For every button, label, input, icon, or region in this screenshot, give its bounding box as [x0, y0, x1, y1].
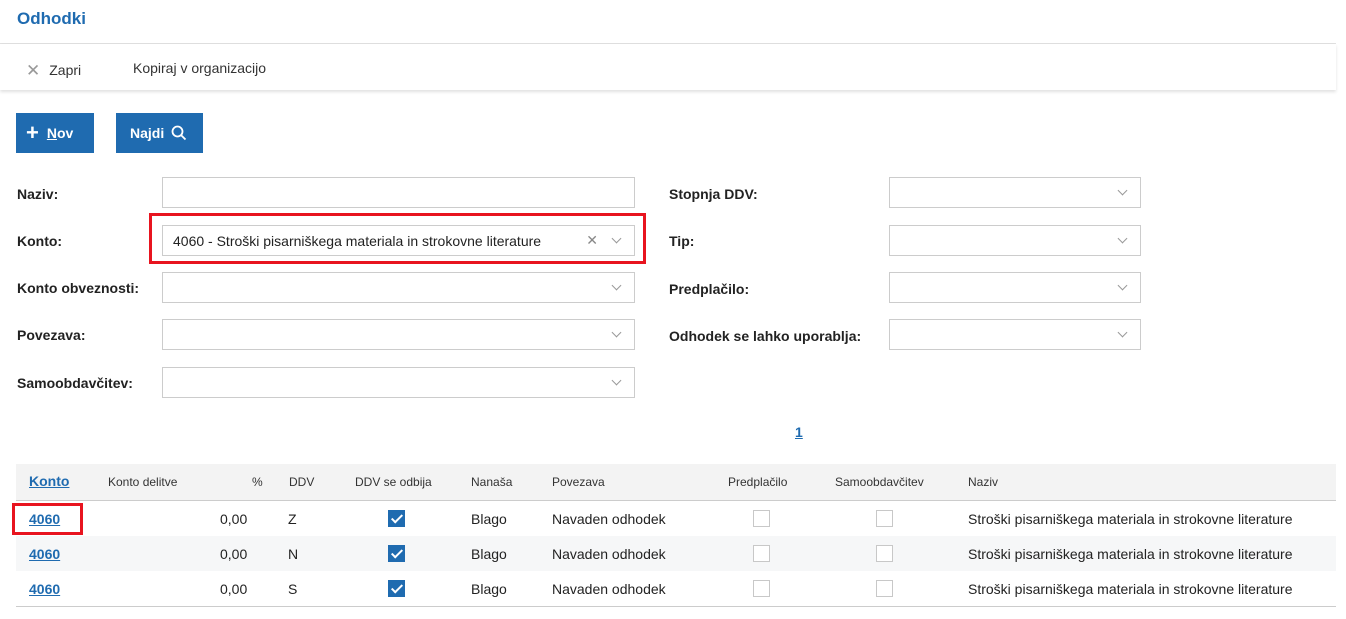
uporablja-select[interactable]: [889, 319, 1141, 350]
row-konto-link[interactable]: 4060: [29, 546, 60, 562]
table-row[interactable]: 4060 0,00 Z Blago Navaden odhodek Strošk…: [16, 501, 1336, 536]
clear-icon[interactable]: ✕: [586, 232, 598, 249]
chevron-down-icon: [1117, 233, 1128, 244]
row-povezava: Navaden odhodek: [552, 581, 666, 597]
column-header-naziv: Naziv: [968, 475, 999, 489]
row-povezava: Navaden odhodek: [552, 511, 666, 527]
row-samoobdavcitev-checkbox: [876, 545, 893, 562]
row-ddv-odbija-checkbox: [388, 580, 405, 597]
column-header-konto-delitve: Konto delitve: [108, 475, 178, 489]
povezava-select[interactable]: [162, 319, 635, 350]
konto-value: 4060 - Stroški pisarniškega materiala in…: [173, 233, 542, 249]
table-header: Konto Konto delitve % DDV DDV se odbija …: [16, 464, 1336, 501]
find-button[interactable]: Najdi: [116, 113, 203, 153]
predplacilo-label: Predplačilo:: [669, 281, 750, 297]
samoobdavcitev-label: Samoobdavčitev:: [17, 375, 133, 391]
toolbar: ✕ Zapri Kopiraj v organizacijo: [0, 44, 1336, 90]
row-konto-link[interactable]: 4060: [29, 511, 60, 527]
konto-select[interactable]: 4060 - Stroški pisarniškega materiala in…: [162, 225, 635, 256]
naziv-label: Naziv:: [17, 186, 59, 202]
row-predplacilo-checkbox: [753, 580, 770, 597]
close-button[interactable]: ✕ Zapri: [26, 60, 81, 80]
row-ddv-odbija-checkbox: [388, 510, 405, 527]
row-nanasa: Blago: [471, 581, 507, 597]
stopnja-ddv-select[interactable]: [889, 177, 1141, 208]
pagination-page-link[interactable]: 1: [795, 424, 803, 440]
uporablja-label: Odhodek se lahko uporablja:: [669, 328, 862, 344]
row-predplacilo-checkbox: [753, 545, 770, 562]
povezava-label: Povezava:: [17, 327, 86, 343]
row-percent: 0,00: [220, 511, 248, 527]
konto-obveznosti-label: Konto obveznosti:: [17, 280, 140, 296]
tip-label: Tip:: [669, 233, 695, 249]
row-percent: 0,00: [220, 581, 248, 597]
row-naziv: Stroški pisarniškega materiala in stroko…: [968, 546, 1293, 562]
chevron-down-icon: [611, 327, 622, 338]
stopnja-ddv-label: Stopnja DDV:: [669, 186, 758, 202]
row-povezava: Navaden odhodek: [552, 546, 666, 562]
chevron-down-icon: [611, 375, 622, 386]
chevron-down-icon: [1117, 327, 1128, 338]
chevron-down-icon: [1117, 185, 1128, 196]
samoobdavcitev-select[interactable]: [162, 367, 635, 398]
plus-icon: +: [26, 120, 39, 145]
column-header-povezava: Povezava: [552, 475, 605, 489]
row-naziv: Stroški pisarniškega materiala in stroko…: [968, 511, 1293, 527]
row-nanasa: Blago: [471, 546, 507, 562]
column-header-konto[interactable]: Konto: [29, 473, 69, 489]
table-row[interactable]: 4060 0,00 N Blago Navaden odhodek Strošk…: [16, 536, 1336, 571]
row-ddv: S: [288, 581, 298, 597]
table-bottom-border: [16, 606, 1336, 607]
column-header-samoobdavcitev: Samoobdavčitev: [835, 475, 924, 489]
konto-label: Konto:: [17, 233, 63, 249]
row-nanasa: Blago: [471, 511, 507, 527]
konto-obveznosti-select[interactable]: [162, 272, 635, 303]
column-header-percent: %: [252, 475, 263, 489]
tip-select[interactable]: [889, 225, 1141, 256]
row-percent: 0,00: [220, 546, 248, 562]
row-predplacilo-checkbox: [753, 510, 770, 527]
table-row[interactable]: 4060 0,00 S Blago Navaden odhodek Strošk…: [16, 571, 1336, 606]
column-header-ddv-se-odbija: DDV se odbija: [355, 475, 432, 489]
close-label: Zapri: [49, 62, 82, 78]
chevron-down-icon: [1117, 280, 1128, 291]
column-header-ddv: DDV: [289, 475, 315, 489]
column-header-nanasa: Nanaša: [471, 475, 513, 489]
naziv-input[interactable]: [162, 177, 635, 208]
new-button-label: Nov: [46, 125, 74, 141]
close-icon: ✕: [26, 61, 41, 80]
column-header-predplacilo: Predplačilo: [728, 475, 788, 489]
row-konto-link[interactable]: 4060: [29, 581, 60, 597]
row-ddv-odbija-checkbox: [388, 545, 405, 562]
find-button-label: Najdi: [130, 125, 165, 141]
chevron-down-icon: [611, 233, 622, 244]
row-samoobdavcitev-checkbox: [876, 510, 893, 527]
copy-to-organization-button[interactable]: Kopiraj v organizacijo: [133, 60, 266, 76]
row-naziv: Stroški pisarniškega materiala in stroko…: [968, 581, 1293, 597]
search-icon: [171, 125, 187, 141]
chevron-down-icon: [611, 280, 622, 291]
row-ddv: Z: [288, 511, 297, 527]
predplacilo-select[interactable]: [889, 272, 1141, 303]
row-ddv: N: [288, 546, 299, 562]
new-button[interactable]: + Nov: [16, 113, 94, 153]
row-samoobdavcitev-checkbox: [876, 580, 893, 597]
page-title: Odhodki: [17, 9, 86, 28]
